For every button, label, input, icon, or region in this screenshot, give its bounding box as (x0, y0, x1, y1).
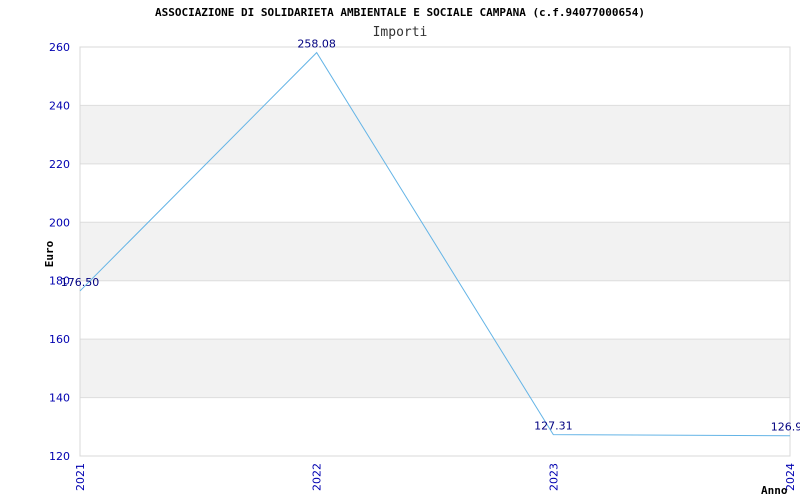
x-axis-label: Anno (761, 484, 788, 497)
y-axis-label: Euro (43, 240, 56, 267)
data-label: 127.31 (534, 420, 573, 433)
grid-band (80, 222, 790, 281)
y-tick-label: 160 (49, 333, 70, 346)
data-label: 176.50 (61, 276, 100, 289)
y-tick-label: 200 (49, 216, 70, 229)
y-tick-label: 220 (49, 158, 70, 171)
x-tick-label: 2022 (311, 463, 324, 491)
y-tick-label: 260 (49, 41, 70, 54)
data-label: 258.08 (297, 38, 336, 51)
y-tick-label: 240 (49, 99, 70, 112)
x-tick-label: 2023 (547, 463, 560, 491)
data-label: 126.94 (771, 421, 800, 434)
grid-band (80, 339, 790, 398)
x-tick-label: 2021 (74, 463, 87, 491)
y-tick-label: 120 (49, 450, 70, 463)
y-tick-label: 140 (49, 392, 70, 405)
grid-band (80, 105, 790, 164)
line-chart: 120140160180200220240260 2021 2022 2023 202… (43, 38, 800, 497)
